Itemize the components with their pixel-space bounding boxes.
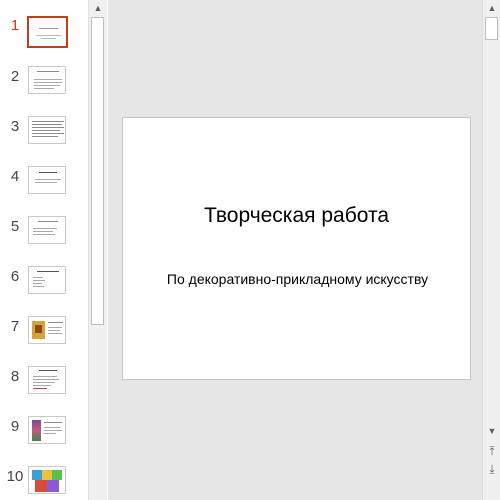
slide-thumbnail-image[interactable] [28,66,66,94]
slide-subtitle[interactable]: По декоративно-прикладному искусству [163,270,432,288]
slide-thumbnail-9[interactable]: 9 [0,416,88,456]
slide-thumbnail-image[interactable] [28,166,66,194]
slide-thumbnail-image[interactable] [28,116,66,144]
slide-thumbnail-image[interactable] [28,416,66,444]
slide-thumbnail-7[interactable]: 7 [0,316,88,356]
slide-number: 4 [10,168,20,185]
slide-thumbnail-image[interactable] [28,366,66,394]
slide-thumbnail-image[interactable] [28,266,66,294]
slide-thumbnail-10[interactable]: 10 [0,466,88,500]
editor-scroll-thumb[interactable] [485,17,498,40]
slide-thumbnail-8[interactable]: 8 [0,366,88,406]
slide-thumbnail-image[interactable] [27,16,68,48]
slide-number: 10 [6,468,24,485]
editor-scrollbar[interactable]: ▲ ▼ ⤒ ⤓ [482,0,500,500]
slide-thumbnail-5[interactable]: 5 [0,216,88,256]
slide-thumbnail-image[interactable] [28,216,66,244]
current-slide[interactable]: Творческая работа По декоративно-приклад… [122,117,471,380]
slide-number: 5 [10,218,20,235]
slide-thumbnail-2[interactable]: 2 [0,66,88,106]
scroll-up-icon[interactable]: ▲ [89,0,107,17]
slide-number: 3 [10,118,20,135]
slide-number: 8 [10,368,20,385]
previous-slide-icon[interactable]: ⤒ [483,443,500,460]
slide-number: 2 [10,68,20,85]
scroll-down-icon[interactable]: ▼ [483,423,500,440]
slide-number: 9 [10,418,20,435]
slide-number: 1 [10,17,20,34]
next-slide-icon[interactable]: ⤓ [483,461,500,478]
thumbnail-scrollbar[interactable]: ▲ [88,0,107,500]
slide-thumbnail-1[interactable]: 1 [0,16,88,55]
scroll-up-icon[interactable]: ▲ [483,0,500,17]
slide-title[interactable]: Творческая работа [123,204,470,228]
slide-thumbnail-image[interactable] [28,466,66,494]
slide-thumbnail-4[interactable]: 4 [0,166,88,206]
slide-thumbnail-3[interactable]: 3 [0,116,88,156]
slide-thumbnail-6[interactable]: 6 [0,266,88,306]
slide-number: 6 [10,268,20,285]
slide-thumbnail-image[interactable] [28,316,66,344]
slide-number: 7 [10,318,20,335]
thumbnail-scroll-thumb[interactable] [91,17,104,325]
